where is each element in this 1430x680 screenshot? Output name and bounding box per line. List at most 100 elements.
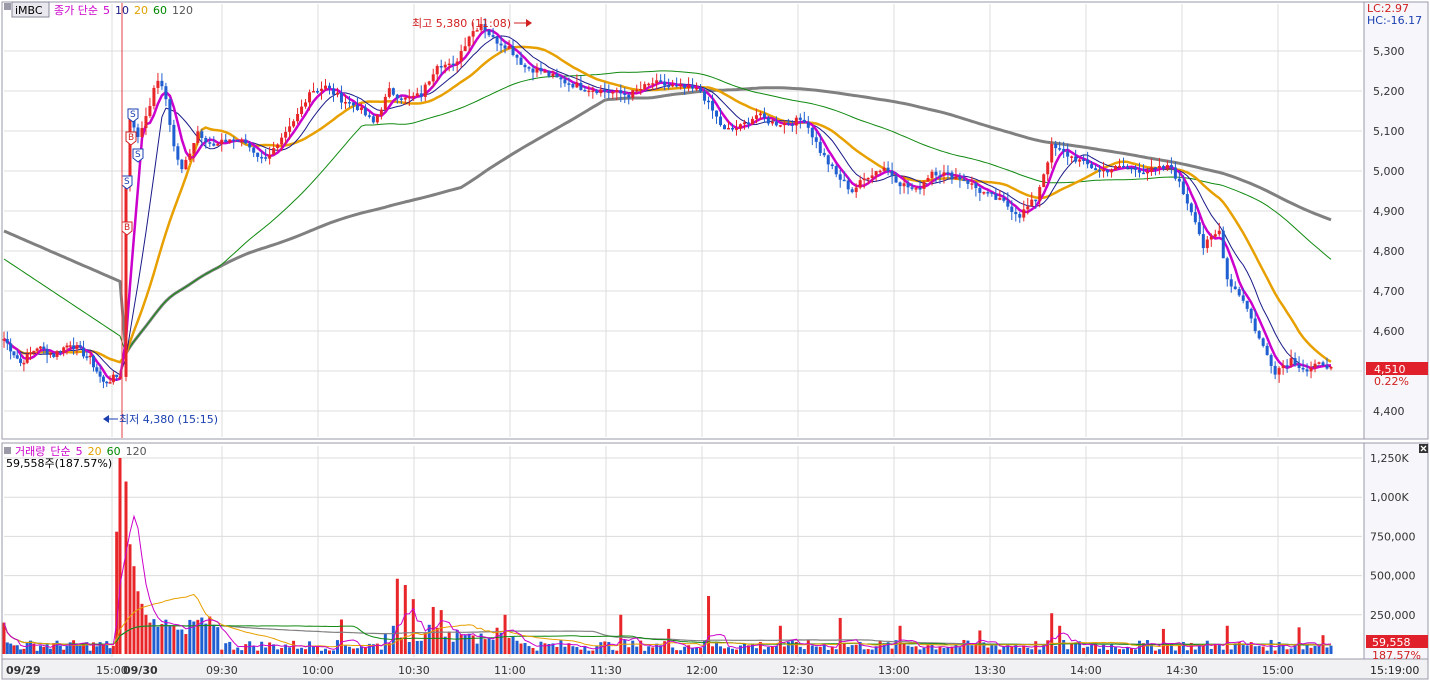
candle-body — [1321, 362, 1325, 366]
candle-body — [615, 90, 619, 93]
candle-body — [156, 80, 160, 88]
stock-chart[interactable]: SBSSB 5,3005,2005,1005,0004,9004,8004,70… — [0, 0, 1430, 680]
candle-body — [463, 46, 467, 52]
volume-bar — [320, 650, 324, 654]
candle-body — [1241, 295, 1245, 301]
volume-bar — [62, 649, 66, 654]
volume-bar — [212, 624, 216, 654]
candle-body — [375, 115, 379, 123]
volume-bar — [1213, 644, 1217, 654]
candle-body — [1018, 214, 1022, 218]
candle-body — [1010, 206, 1014, 212]
volume-bar — [168, 625, 172, 654]
volume-bar — [651, 647, 655, 654]
candle-body — [1197, 222, 1201, 235]
candle-body — [910, 187, 914, 189]
volume-bar — [926, 645, 930, 654]
candle-body — [559, 77, 563, 80]
volume-bar — [25, 642, 29, 654]
volume-bar — [156, 626, 160, 654]
volume-bar — [252, 646, 256, 654]
candle-body — [794, 117, 798, 126]
volume-bar — [1205, 640, 1209, 654]
volume-bar — [1261, 646, 1265, 654]
price-panel[interactable] — [1, 1, 1365, 440]
volume-bar — [188, 619, 192, 654]
volume-bar — [802, 649, 806, 654]
candle-body — [367, 115, 371, 117]
candle-body — [966, 180, 970, 184]
candle-body — [898, 182, 902, 187]
candle-body — [531, 68, 535, 73]
candle-body — [639, 89, 643, 91]
time-tick-label: 13:30 — [974, 664, 1006, 677]
candle-body — [631, 90, 635, 98]
candle-body — [264, 157, 268, 159]
candle-body — [1137, 169, 1141, 173]
volume-bar — [826, 649, 830, 654]
volume-bar — [842, 643, 846, 654]
volume-bar — [455, 629, 459, 654]
candle-body — [499, 43, 503, 46]
candle-body — [487, 30, 491, 36]
candle-body — [1205, 239, 1209, 249]
candle-body — [862, 178, 866, 181]
candle-body — [455, 61, 459, 65]
volume-bar — [379, 649, 383, 654]
candle-body — [343, 102, 347, 104]
volume-bar — [1281, 644, 1285, 654]
candle-body — [754, 115, 758, 119]
volume-bar — [679, 650, 683, 654]
volume-bar — [15, 645, 19, 654]
volume-bar — [1289, 648, 1293, 654]
volume-bar — [38, 645, 42, 654]
volume-bar — [1118, 649, 1122, 654]
candle-body — [118, 376, 122, 379]
candle-body — [236, 140, 240, 142]
volume-bar — [559, 640, 563, 654]
candle-body — [415, 93, 419, 96]
volume-axis-area — [1363, 442, 1429, 660]
candle-body — [9, 343, 13, 352]
volume-bar — [339, 619, 343, 654]
candle-body — [711, 100, 715, 111]
candle-body — [451, 63, 455, 66]
volume-current: 59,558주(187.57%) — [6, 457, 112, 470]
volume-bar — [627, 647, 631, 654]
candle-body — [1118, 165, 1122, 168]
volume-bar — [118, 458, 122, 654]
volume-bar — [870, 649, 874, 654]
volume-bar — [1058, 625, 1062, 654]
candle-body — [894, 176, 898, 183]
volume-bar — [1245, 645, 1249, 654]
volume-bar — [1002, 646, 1006, 654]
volume-tick-label: 500,000 — [1370, 570, 1416, 583]
candle-body — [1277, 368, 1281, 375]
volume-bar — [296, 648, 300, 654]
candle-body — [411, 95, 415, 98]
candle-body — [770, 121, 774, 124]
candle-body — [1257, 331, 1261, 339]
close-icon[interactable] — [1419, 444, 1428, 453]
candle-body — [934, 171, 938, 176]
candle-body — [962, 179, 966, 182]
volume-bar — [523, 643, 527, 654]
candle-body — [200, 131, 204, 138]
candle-body — [475, 30, 479, 32]
volume-bar — [914, 646, 918, 654]
candle-body — [762, 113, 766, 118]
volume-bar — [240, 650, 244, 654]
volume-bar — [1129, 648, 1133, 654]
candle-body — [220, 139, 224, 144]
volume-bar — [766, 647, 770, 654]
candle-body — [918, 188, 922, 190]
candle-body — [1014, 211, 1018, 215]
volume-bar — [491, 639, 495, 654]
candle-body — [1289, 358, 1293, 366]
volume-bar — [850, 645, 854, 654]
candle-body — [144, 116, 148, 129]
volume-bar — [810, 645, 814, 654]
candle-body — [256, 152, 260, 157]
candle-body — [870, 175, 874, 178]
candle-body — [1317, 362, 1321, 364]
